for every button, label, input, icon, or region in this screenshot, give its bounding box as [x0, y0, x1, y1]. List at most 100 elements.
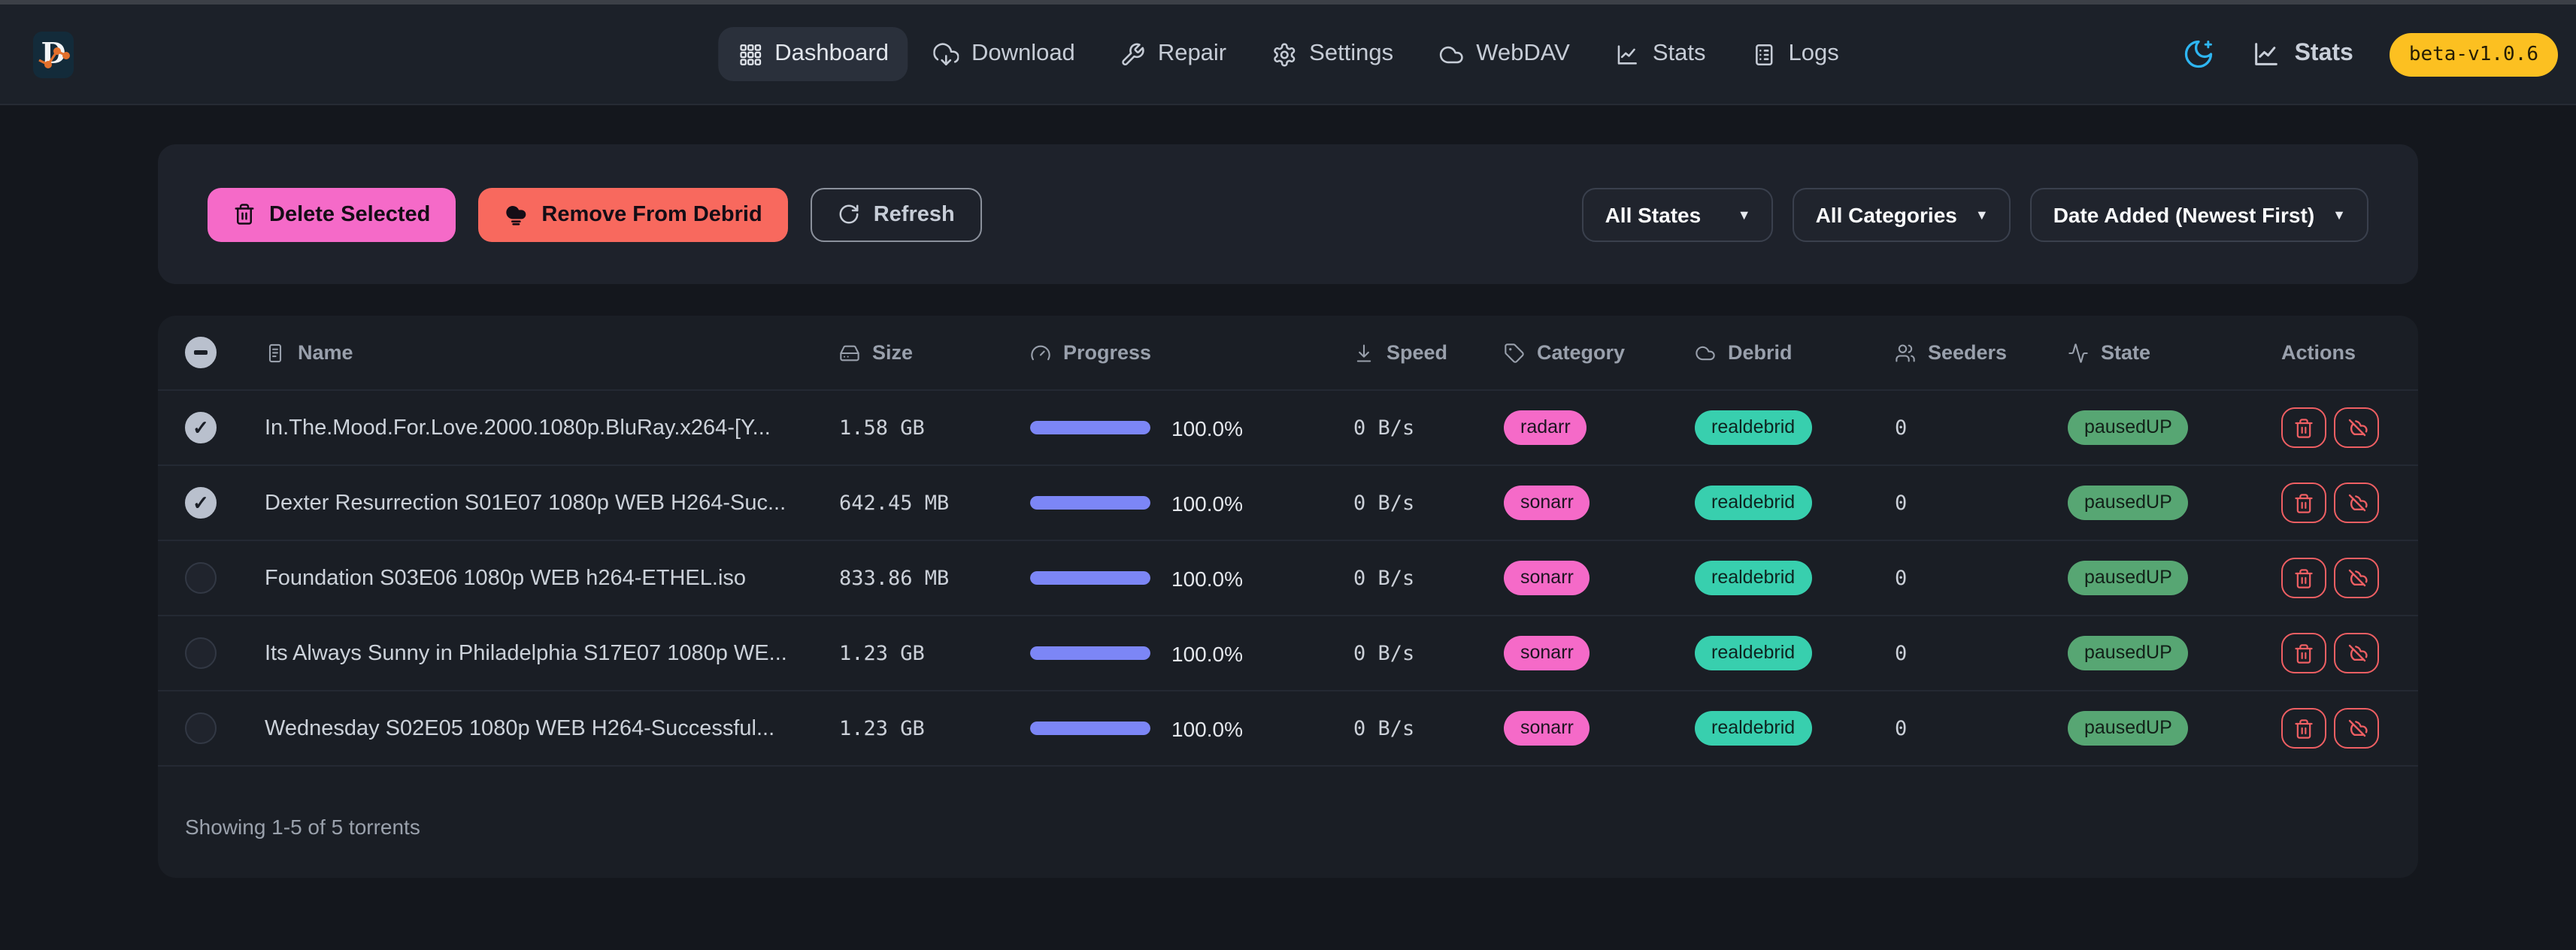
remove-from-debrid-row-button[interactable]: [2334, 483, 2379, 523]
category-badge: sonarr: [1504, 710, 1590, 746]
torrent-seeders: 0: [1895, 716, 2068, 740]
row-actions: [2281, 407, 2391, 448]
tab-download[interactable]: Download: [914, 27, 1095, 81]
stats-link-label: Stats: [2295, 41, 2353, 68]
delete-torrent-button[interactable]: [2281, 483, 2326, 523]
toolbar-card: Delete Selected Remove From Debrid Refre…: [158, 144, 2418, 284]
remove-from-debrid-row-button[interactable]: [2334, 558, 2379, 598]
refresh-icon: [838, 203, 860, 225]
progress-percent: 100.0%: [1171, 716, 1243, 740]
table-row[interactable]: Foundation S03E06 1080p WEB h264-ETHEL.i…: [158, 541, 2418, 616]
file-icon: [265, 342, 286, 363]
refresh-button[interactable]: Refresh: [811, 187, 982, 241]
state-filter-select[interactable]: All States ▼: [1583, 187, 1774, 241]
tab-label: Stats: [1653, 41, 1706, 68]
chevron-down-icon: ▼: [2332, 207, 2346, 222]
sort-select[interactable]: Date Added (Newest First) ▼: [2031, 187, 2368, 241]
progress-percent: 100.0%: [1171, 416, 1243, 440]
cloud-off-icon: [2345, 492, 2368, 514]
remove-from-debrid-row-button[interactable]: [2334, 407, 2379, 448]
state-badge: pausedUP: [2068, 410, 2189, 445]
chevron-down-icon: ▼: [1975, 207, 1989, 222]
torrent-speed: 0 B/s: [1353, 716, 1504, 740]
debrid-badge: realdebrid: [1695, 560, 1811, 595]
column-header-name: Name: [265, 341, 839, 364]
state-badge: pausedUP: [2068, 635, 2189, 670]
progress-percent: 100.0%: [1171, 641, 1243, 665]
stats-link[interactable]: Stats: [2251, 39, 2353, 69]
gauge-icon: [1030, 342, 1051, 363]
torrent-seeders: 0: [1895, 566, 2068, 590]
column-header-category: Category: [1504, 341, 1695, 364]
torrent-size: 1.23 GB: [839, 716, 1030, 740]
wrench-icon: [1120, 41, 1146, 67]
chevron-down-icon: ▼: [1738, 207, 1751, 222]
delete-torrent-button[interactable]: [2281, 633, 2326, 673]
tab-logs[interactable]: Logs: [1731, 27, 1858, 81]
torrent-table: Name Size Progress Speed: [158, 316, 2418, 878]
row-checkbox[interactable]: [185, 562, 217, 594]
column-header-speed: Speed: [1353, 341, 1504, 364]
tab-dashboard[interactable]: Dashboard: [717, 27, 908, 81]
torrent-seeders: 0: [1895, 491, 2068, 515]
stats-chart-icon: [2251, 39, 2281, 69]
torrent-progress: 100.0%: [1030, 641, 1353, 665]
app-logo[interactable]: D: [33, 31, 74, 77]
tab-webdav[interactable]: WebDAV: [1419, 27, 1590, 81]
tab-stats[interactable]: Stats: [1596, 27, 1726, 81]
torrent-progress: 100.0%: [1030, 416, 1353, 440]
state-badge: pausedUP: [2068, 560, 2189, 595]
trash-icon: [2293, 567, 2314, 588]
table-row[interactable]: Wednesday S02E05 1080p WEB H264-Successf…: [158, 691, 2418, 767]
row-actions: [2281, 633, 2391, 673]
row-actions: [2281, 483, 2391, 523]
torrent-progress: 100.0%: [1030, 716, 1353, 740]
cloud-download-icon: [934, 41, 959, 67]
row-checkbox[interactable]: [185, 712, 217, 744]
row-checkbox[interactable]: [185, 487, 217, 519]
category-badge: radarr: [1504, 410, 1587, 445]
torrent-progress: 100.0%: [1030, 566, 1353, 590]
logo-graph-icon: [36, 40, 71, 70]
column-header-debrid: Debrid: [1695, 341, 1895, 364]
state-filter-value: All States: [1605, 202, 1702, 226]
tab-label: Download: [971, 41, 1075, 68]
debrid-badge: realdebrid: [1695, 710, 1811, 746]
remove-from-debrid-button[interactable]: Remove From Debrid: [478, 187, 787, 241]
progress-percent: 100.0%: [1171, 491, 1243, 515]
tab-settings[interactable]: Settings: [1252, 27, 1413, 81]
torrent-speed: 0 B/s: [1353, 491, 1504, 515]
column-header-progress: Progress: [1030, 341, 1353, 364]
progress-bar: [1030, 722, 1150, 735]
row-checkbox[interactable]: [185, 412, 217, 443]
delete-torrent-button[interactable]: [2281, 558, 2326, 598]
remove-from-debrid-row-button[interactable]: [2334, 633, 2379, 673]
progress-percent: 100.0%: [1171, 566, 1243, 590]
delete-torrent-button[interactable]: [2281, 708, 2326, 749]
torrent-size: 1.58 GB: [839, 416, 1030, 440]
tab-repair[interactable]: Repair: [1101, 27, 1246, 81]
download-icon: [1353, 342, 1374, 363]
delete-selected-button[interactable]: Delete Selected: [208, 187, 456, 241]
grid-icon: [737, 41, 762, 67]
tag-icon: [1504, 342, 1525, 363]
torrent-name: Its Always Sunny in Philadelphia S17E07 …: [265, 641, 839, 665]
theme-toggle[interactable]: [2182, 38, 2215, 71]
trash-icon: [2293, 492, 2314, 513]
torrent-speed: 0 B/s: [1353, 416, 1504, 440]
delete-torrent-button[interactable]: [2281, 407, 2326, 448]
select-all-checkbox[interactable]: [185, 337, 217, 368]
table-body: In.The.Mood.For.Love.2000.1080p.BluRay.x…: [158, 391, 2418, 767]
table-row[interactable]: In.The.Mood.For.Love.2000.1080p.BluRay.x…: [158, 391, 2418, 466]
remove-from-debrid-row-button[interactable]: [2334, 708, 2379, 749]
table-row[interactable]: Its Always Sunny in Philadelphia S17E07 …: [158, 616, 2418, 691]
category-filter-select[interactable]: All Categories ▼: [1793, 187, 2011, 241]
table-row[interactable]: Dexter Resurrection S01E07 1080p WEB H26…: [158, 466, 2418, 541]
category-badge: sonarr: [1504, 635, 1590, 670]
moon-icon: [2182, 38, 2215, 71]
row-checkbox[interactable]: [185, 637, 217, 669]
tab-label: Logs: [1788, 41, 1838, 68]
column-header-size: Size: [839, 341, 1030, 364]
cloud-off-icon: [2345, 717, 2368, 740]
filter-group: All States ▼ All Categories ▼ Date Added…: [1583, 187, 2368, 241]
